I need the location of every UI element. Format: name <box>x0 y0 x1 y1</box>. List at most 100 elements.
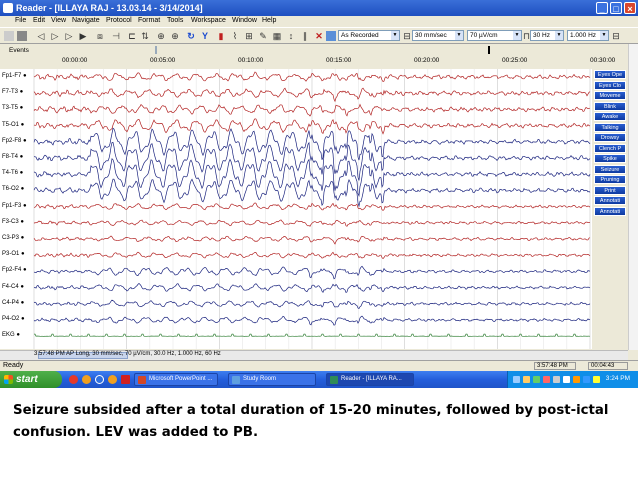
events-track[interactable] <box>34 46 590 54</box>
task-study-room[interactable]: Study Room <box>228 373 316 386</box>
annotation-button[interactable]: Moveme <box>594 91 626 100</box>
quicklaunch-icon[interactable] <box>121 375 130 384</box>
print-icon[interactable] <box>17 31 27 41</box>
channel-label[interactable]: F4-C4 ● <box>2 284 24 290</box>
montage-icon[interactable]: ⊣ <box>111 31 121 41</box>
montage-select[interactable]: As Recorded ▼ <box>338 30 400 41</box>
annotation-button[interactable]: Print <box>594 185 626 195</box>
filter-icon[interactable]: ⊏ <box>127 31 137 41</box>
chevron-down-icon[interactable]: ▼ <box>391 31 399 40</box>
quicklaunch-icon[interactable] <box>95 375 104 384</box>
menu-format[interactable]: Format <box>138 17 160 24</box>
channel-label[interactable]: T4-T6 ● <box>2 170 23 176</box>
tray-icon[interactable] <box>593 376 600 383</box>
annotation-button[interactable]: Blink <box>594 101 626 111</box>
annotation-button[interactable]: Seizure <box>594 164 626 174</box>
annotation-button[interactable]: Clench P <box>594 143 626 153</box>
settings-icon[interactable]: ⊟ <box>612 31 620 41</box>
channel-label[interactable]: F7-T3 ● <box>2 89 23 95</box>
annotation-button[interactable]: Annotati <box>594 206 626 216</box>
tray-icon[interactable] <box>573 376 580 383</box>
sensitivity-select[interactable]: 70 µV/cm ▼ <box>467 30 522 41</box>
channel-label[interactable]: Fp1-F7 ● <box>2 73 27 79</box>
channel-label[interactable]: T5-O1 ● <box>2 122 24 128</box>
channel-label[interactable]: P3-O1 ● <box>2 251 25 257</box>
back-icon[interactable]: ▷ <box>50 31 60 41</box>
filter-y-icon[interactable]: Y <box>200 31 210 41</box>
forward-icon[interactable]: ▶ <box>78 31 88 41</box>
menu-protocol[interactable]: Protocol <box>106 17 132 24</box>
quicklaunch-icon[interactable] <box>69 375 78 384</box>
ruler-icon[interactable]: ∥ <box>300 31 310 41</box>
edit-icon[interactable]: ✎ <box>258 31 268 41</box>
start-button[interactable]: start <box>0 371 62 388</box>
montage-list-icon[interactable] <box>326 31 336 41</box>
play-icon[interactable]: ▷ <box>64 31 74 41</box>
minimize-icon[interactable]: _ <box>596 2 608 14</box>
tray-icon[interactable] <box>543 376 550 383</box>
channel-label[interactable]: C4-P4 ● <box>2 300 24 306</box>
chevron-down-icon[interactable]: ▼ <box>513 31 521 40</box>
annotation-button[interactable]: Awake <box>594 112 626 121</box>
annotation-button[interactable]: Annotati <box>594 196 626 205</box>
measure-icon[interactable]: ⌇ <box>230 31 240 41</box>
chevron-down-icon[interactable]: ▼ <box>600 31 608 40</box>
tray-icon[interactable] <box>513 376 520 383</box>
tray-icon[interactable] <box>563 376 570 383</box>
refresh-icon[interactable]: ↻ <box>186 31 196 41</box>
menu-file[interactable]: File <box>15 17 26 24</box>
annotation-button[interactable]: Eyes Ope <box>594 70 626 79</box>
annotation-button[interactable]: Spike <box>594 154 626 163</box>
tray-icon[interactable] <box>583 376 590 383</box>
menu-tools[interactable]: Tools <box>167 17 183 24</box>
menu-navigate[interactable]: Navigate <box>72 17 100 24</box>
annotation-button[interactable]: Drowsy <box>594 133 626 142</box>
channel-label[interactable]: Fp2-F4 ● <box>2 267 27 273</box>
menu-workspace[interactable]: Workspace <box>191 17 226 24</box>
new-icon[interactable] <box>4 31 14 41</box>
quicklaunch-icon[interactable] <box>82 375 91 384</box>
tray-icon[interactable] <box>533 376 540 383</box>
skip-back-icon[interactable]: ◁ <box>36 31 46 41</box>
event-marker[interactable] <box>155 46 157 54</box>
close-icon[interactable]: × <box>624 2 636 14</box>
annotation-button[interactable]: Pruning <box>594 175 626 184</box>
tray-icon[interactable] <box>523 376 530 383</box>
channel-label[interactable]: F3-C3 ● <box>2 219 24 225</box>
channel-label[interactable]: T6-O2 ● <box>2 186 24 192</box>
notch-icon[interactable]: ↕ <box>286 31 296 41</box>
maximize-icon[interactable]: □ <box>610 2 622 14</box>
skip-forward-icon[interactable]: ⧈ <box>95 31 105 41</box>
calc-icon[interactable]: ▦ <box>272 31 282 41</box>
task-reader[interactable]: Reader - [ILLAYA RA... <box>326 373 414 386</box>
channel-label[interactable]: P4-O2 ● <box>2 316 25 322</box>
channel-label[interactable]: Fp1-F3 ● <box>2 203 27 209</box>
task-powerpoint[interactable]: Microsoft PowerPoint ... <box>134 373 218 386</box>
speed-select[interactable]: 30 mm/sec ▼ <box>412 30 464 41</box>
menu-help[interactable]: Help <box>262 17 276 24</box>
chevron-down-icon[interactable]: ▼ <box>455 31 463 40</box>
tool-icon[interactable]: ⇅ <box>140 31 150 41</box>
quicklaunch-icon[interactable] <box>108 375 117 384</box>
channel-label[interactable]: C3-P3 ● <box>2 235 24 241</box>
menu-view[interactable]: View <box>51 17 66 24</box>
marker-icon[interactable]: ▮ <box>216 31 226 41</box>
vertical-scrollbar[interactable] <box>628 44 638 350</box>
menu-window[interactable]: Window <box>232 17 257 24</box>
eeg-trace-area[interactable]: Fp1-F7 ● F7-T3 ● T3-T5 ● T5-O1 ● Fp2-F8 ● F8-… <box>0 69 592 349</box>
menu-edit[interactable]: Edit <box>33 17 45 24</box>
channel-label[interactable]: F8-T4 ● <box>2 154 23 160</box>
delete-icon[interactable]: ✕ <box>314 31 324 41</box>
channel-label[interactable]: T3-T5 ● <box>2 105 23 111</box>
channel-label[interactable]: Fp2-F8 ● <box>2 138 27 144</box>
undo-icon[interactable]: ⊕ <box>170 31 180 41</box>
annotation-button[interactable]: Talking <box>594 122 626 132</box>
hff-select[interactable]: 30 Hz ▼ <box>530 30 564 41</box>
event-marker[interactable] <box>488 46 490 54</box>
chevron-down-icon[interactable]: ▼ <box>555 31 563 40</box>
annotation-button[interactable]: Eyes Clo <box>594 80 626 90</box>
zoom-icon[interactable]: ⊕ <box>156 31 166 41</box>
tray-icon[interactable] <box>553 376 560 383</box>
grid-icon[interactable]: ⊞ <box>244 31 254 41</box>
channel-label[interactable]: EKG ● <box>2 332 20 338</box>
